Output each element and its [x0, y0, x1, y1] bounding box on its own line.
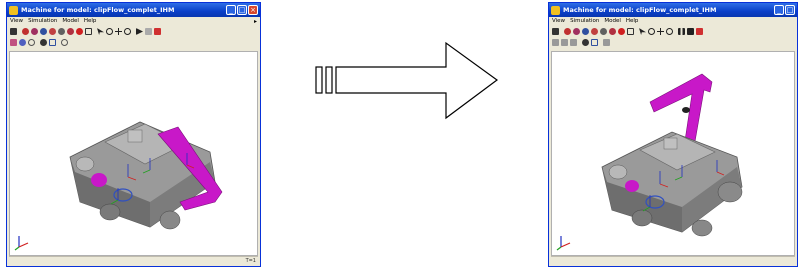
zoom-icon[interactable]	[666, 28, 673, 35]
3d-viewport[interactable]	[9, 51, 258, 256]
graph-icon[interactable]	[154, 28, 161, 35]
menu-model[interactable]: Model	[62, 17, 79, 26]
toolbar-chevron-icon[interactable]: ▸	[254, 17, 257, 26]
view-icon[interactable]	[582, 28, 589, 35]
record-icon[interactable]	[76, 28, 83, 35]
view-icon[interactable]	[40, 28, 47, 35]
record-icon[interactable]	[618, 28, 625, 35]
display-icon[interactable]	[552, 39, 559, 46]
menu-bar: View Simulation Model Help	[549, 17, 797, 26]
minimize-button[interactable]: _	[226, 5, 236, 15]
display-icon[interactable]	[591, 39, 598, 46]
menu-help[interactable]: Help	[84, 17, 97, 26]
view-icon[interactable]	[22, 28, 29, 35]
menu-simulation[interactable]: Simulation	[570, 17, 599, 26]
3d-viewport[interactable]	[551, 51, 795, 256]
machine-window-before: Machine for model: clipFlow_complet_IHM …	[6, 2, 261, 267]
app-icon	[551, 5, 560, 15]
status-bar	[551, 256, 795, 265]
menu-view[interactable]: View	[10, 17, 23, 26]
machine-window-after: Machine for model: clipFlow_complet_IHM …	[548, 2, 798, 267]
toolbar-main	[549, 26, 797, 37]
machine-model-scene	[69, 121, 223, 230]
axis-triad-icon	[14, 236, 29, 251]
display-icon[interactable]	[603, 39, 610, 46]
display-icon[interactable]	[49, 39, 56, 46]
display-icon[interactable]	[40, 39, 47, 46]
menu-view[interactable]: View	[552, 17, 565, 26]
title-bar[interactable]: Machine for model: clipFlow_complet_IHM …	[549, 3, 797, 17]
status-bar: T=1	[9, 256, 258, 265]
zoom-box-icon[interactable]	[85, 28, 92, 35]
rotate-icon[interactable]	[648, 28, 655, 35]
close-button[interactable]: ×	[248, 5, 258, 15]
menu-simulation[interactable]: Simulation	[28, 17, 57, 26]
stop-icon[interactable]	[145, 28, 152, 35]
menu-model[interactable]: Model	[604, 17, 621, 26]
play-icon[interactable]	[136, 28, 143, 35]
zoom-box-icon[interactable]	[627, 28, 634, 35]
view-icon[interactable]	[609, 28, 616, 35]
view-icon[interactable]	[67, 28, 74, 35]
pointer-icon[interactable]	[639, 28, 646, 35]
maximize-button[interactable]: □	[785, 5, 795, 15]
view-icon[interactable]	[31, 28, 38, 35]
save-icon[interactable]	[10, 28, 17, 35]
status-time: T=1	[245, 258, 256, 264]
view-icon[interactable]	[564, 28, 571, 35]
window-title: Machine for model: clipFlow_complet_IHM	[21, 6, 175, 14]
view-icon[interactable]	[573, 28, 580, 35]
stop-icon[interactable]	[687, 28, 694, 35]
menu-help[interactable]: Help	[626, 17, 639, 26]
display-icon[interactable]	[61, 39, 68, 46]
graph-icon[interactable]	[696, 28, 703, 35]
window-title: Machine for model: clipFlow_complet_IHM	[563, 6, 717, 14]
pan-icon[interactable]	[115, 28, 122, 35]
machine-model-scene	[601, 73, 743, 237]
view-icon[interactable]	[600, 28, 607, 35]
transition-arrow-icon	[315, 41, 499, 120]
display-icon[interactable]	[582, 39, 589, 46]
menu-bar: View Simulation Model Help ▸	[7, 17, 260, 26]
maximize-button[interactable]: □	[237, 5, 247, 15]
pan-icon[interactable]	[657, 28, 664, 35]
display-icon[interactable]	[10, 39, 17, 46]
app-icon	[9, 5, 18, 15]
title-bar[interactable]: Machine for model: clipFlow_complet_IHM …	[7, 3, 260, 17]
display-icon[interactable]	[561, 39, 568, 46]
display-icon[interactable]	[19, 39, 26, 46]
minimize-button[interactable]: _	[774, 5, 784, 15]
save-icon[interactable]	[552, 28, 559, 35]
display-icon[interactable]	[28, 39, 35, 46]
view-icon[interactable]	[591, 28, 598, 35]
pointer-icon[interactable]	[97, 28, 104, 35]
pause-icon[interactable]	[678, 28, 685, 35]
view-icon[interactable]	[58, 28, 65, 35]
axis-triad-icon	[556, 236, 571, 251]
toolbar-secondary	[7, 37, 260, 48]
view-icon[interactable]	[49, 28, 56, 35]
toolbar-main	[7, 26, 260, 37]
zoom-icon[interactable]	[124, 28, 131, 35]
toolbar-secondary	[549, 37, 797, 48]
rotate-icon[interactable]	[106, 28, 113, 35]
display-icon[interactable]	[570, 39, 577, 46]
